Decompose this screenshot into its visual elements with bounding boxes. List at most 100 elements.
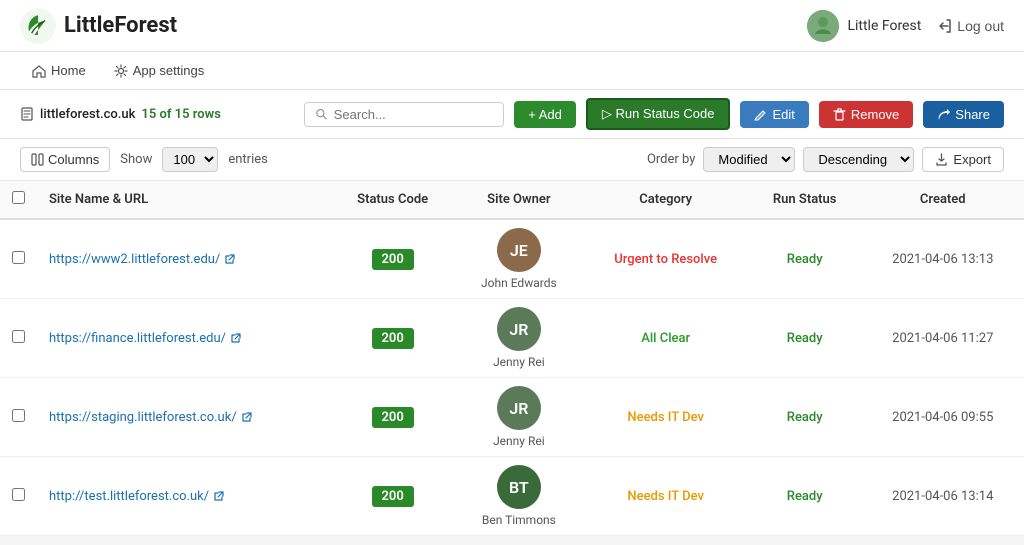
category-label-3: Needs IT Dev xyxy=(627,489,704,504)
run-status-label-0: Ready xyxy=(787,252,823,267)
row-select-1[interactable] xyxy=(12,330,25,343)
remove-label: Remove xyxy=(851,107,899,122)
app-name: LittleForest xyxy=(64,13,177,38)
row-url-2: https://staging.littleforest.co.uk/ xyxy=(37,378,331,457)
edit-icon xyxy=(754,108,767,121)
site-url-link-0[interactable]: https://www2.littleforest.edu/ xyxy=(49,252,319,267)
owner-avatar-1: JR xyxy=(497,307,541,351)
site-url-link-1[interactable]: https://finance.littleforest.edu/ xyxy=(49,331,319,346)
add-label: + Add xyxy=(528,107,562,122)
user-name: Little Forest xyxy=(847,18,921,34)
logout-icon xyxy=(937,18,953,34)
owner-name-3: Ben Timmons xyxy=(482,513,556,527)
nav-app-settings[interactable]: App settings xyxy=(102,57,217,84)
owner-avatar-3: BT xyxy=(497,465,541,509)
site-url-link-3[interactable]: http://test.littleforest.co.uk/ xyxy=(49,489,319,504)
header-category: Category xyxy=(583,181,747,219)
status-badge-0: 200 xyxy=(372,249,414,270)
row-url-1: https://finance.littleforest.edu/ xyxy=(37,299,331,378)
row-run-status-1: Ready xyxy=(748,299,862,378)
table-row: http://test.littleforest.co.uk/ 200 BT B… xyxy=(0,457,1024,536)
table-body: https://www2.littleforest.edu/ 200 JE Jo… xyxy=(0,219,1024,536)
main-toolbar: littleforest.co.uk 15 of 15 rows + Add ▷… xyxy=(0,90,1024,139)
row-checkbox-0[interactable] xyxy=(0,219,37,299)
row-created-2: 2021-04-06 09:55 xyxy=(862,378,1024,457)
header-site-owner: Site Owner xyxy=(454,181,583,219)
row-status-0: 200 xyxy=(331,219,454,299)
row-owner-2: JR Jenny Rei xyxy=(454,378,583,457)
search-input[interactable] xyxy=(334,107,493,122)
logo-area: LittleForest xyxy=(20,8,177,44)
edit-label: Edit xyxy=(772,107,794,122)
run-status-button[interactable]: ▷ Run Status Code xyxy=(586,98,731,130)
owner-avatar-2: JR xyxy=(497,386,541,430)
table-row: https://www2.littleforest.edu/ 200 JE Jo… xyxy=(0,219,1024,299)
nav-home[interactable]: Home xyxy=(20,57,98,84)
site-url-link-2[interactable]: https://staging.littleforest.co.uk/ xyxy=(49,410,319,425)
document-icon xyxy=(20,107,34,121)
entries-label: entries xyxy=(228,152,268,167)
table-row: https://staging.littleforest.co.uk/ 200 … xyxy=(0,378,1024,457)
run-status-label-2: Ready xyxy=(787,410,823,425)
owner-name-0: John Edwards xyxy=(481,276,557,290)
columns-icon xyxy=(31,153,44,166)
row-status-2: 200 xyxy=(331,378,454,457)
remove-button[interactable]: Remove xyxy=(819,101,913,128)
row-url-3: http://test.littleforest.co.uk/ xyxy=(37,457,331,536)
row-checkbox-1[interactable] xyxy=(0,299,37,378)
header-status-code: Status Code xyxy=(331,181,454,219)
category-label-2: Needs IT Dev xyxy=(627,410,704,425)
select-all-checkbox[interactable] xyxy=(12,191,25,204)
nav-home-label: Home xyxy=(51,63,86,78)
header-run-status: Run Status xyxy=(748,181,862,219)
row-checkbox-2[interactable] xyxy=(0,378,37,457)
direction-select[interactable]: Descending Ascending xyxy=(803,147,914,172)
share-button[interactable]: Share xyxy=(923,101,1004,128)
category-label-1: All Clear xyxy=(641,331,690,346)
row-select-2[interactable] xyxy=(12,409,25,422)
row-checkbox-3[interactable] xyxy=(0,457,37,536)
edit-button[interactable]: Edit xyxy=(740,101,808,128)
table-header-row: Site Name & URL Status Code Site Owner C… xyxy=(0,181,1024,219)
run-status-label-3: Ready xyxy=(787,489,823,504)
entries-select[interactable]: 100 50 25 xyxy=(162,147,218,172)
table-toolbar: Columns Show 100 50 25 entries Order by … xyxy=(0,139,1024,181)
search-box[interactable] xyxy=(304,102,504,127)
category-label-0: Urgent to Resolve xyxy=(614,252,717,267)
owner-cell-1: JR Jenny Rei xyxy=(466,307,571,369)
export-button[interactable]: Export xyxy=(922,147,1004,172)
order-select[interactable]: Modified Created Name xyxy=(703,147,795,172)
search-icon xyxy=(315,107,328,121)
logo-icon xyxy=(20,8,56,44)
owner-cell-2: JR Jenny Rei xyxy=(466,386,571,448)
columns-button[interactable]: Columns xyxy=(20,147,110,172)
row-url-0: https://www2.littleforest.edu/ xyxy=(37,219,331,299)
row-created-3: 2021-04-06 13:14 xyxy=(862,457,1024,536)
logout-button[interactable]: Log out xyxy=(937,18,1004,34)
nav-app-settings-label: App settings xyxy=(133,63,205,78)
owner-cell-0: JE John Edwards xyxy=(466,228,571,290)
row-owner-0: JE John Edwards xyxy=(454,219,583,299)
row-category-3: Needs IT Dev xyxy=(583,457,747,536)
export-label: Export xyxy=(953,152,991,167)
status-badge-3: 200 xyxy=(372,486,414,507)
row-select-3[interactable] xyxy=(12,488,25,501)
row-owner-1: JR Jenny Rei xyxy=(454,299,583,378)
external-link-icon xyxy=(230,333,241,344)
user-area: Little Forest xyxy=(807,10,921,42)
share-label: Share xyxy=(955,107,990,122)
row-select-0[interactable] xyxy=(12,251,25,264)
status-badge-2: 200 xyxy=(372,407,414,428)
header-right: Little Forest Log out xyxy=(807,10,1004,42)
home-icon xyxy=(32,64,46,78)
run-label: ▷ Run Status Code xyxy=(602,106,715,122)
share-icon xyxy=(937,108,950,121)
header-created: Created xyxy=(862,181,1024,219)
status-badge-1: 200 xyxy=(372,328,414,349)
add-button[interactable]: + Add xyxy=(514,101,576,128)
header-checkbox[interactable] xyxy=(0,181,37,219)
settings-icon xyxy=(114,64,128,78)
row-owner-3: BT Ben Timmons xyxy=(454,457,583,536)
header-site-name: Site Name & URL xyxy=(37,181,331,219)
table-row: https://finance.littleforest.edu/ 200 JR… xyxy=(0,299,1024,378)
